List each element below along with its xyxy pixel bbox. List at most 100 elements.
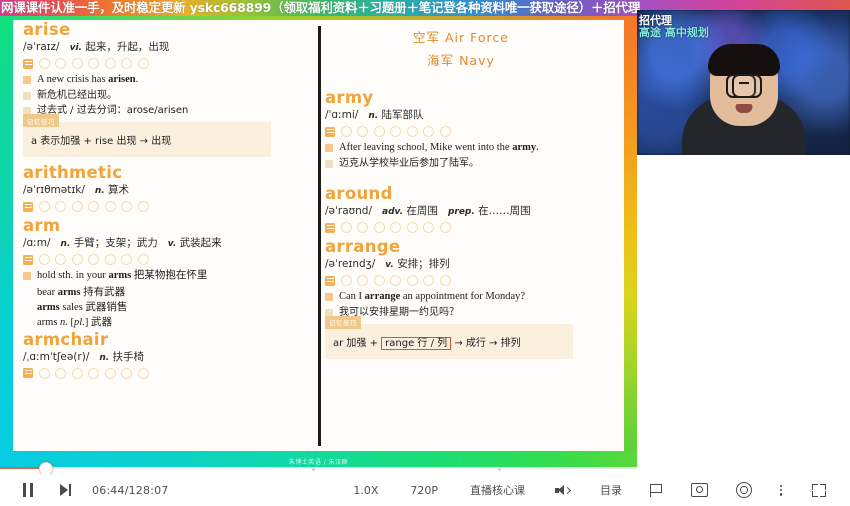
word-meaning: 起来，升起，出现 [85,41,170,53]
tip-boxed-root: range 行 / 列 [381,336,452,350]
review-dot[interactable] [55,58,66,69]
quality-button[interactable]: 720P [410,484,438,497]
screenshot-button[interactable] [691,483,708,497]
glasses-right-lens [731,74,762,98]
watch-mode-button[interactable] [736,482,752,498]
review-dot[interactable] [406,126,418,137]
review-dot[interactable] [373,275,385,286]
military-branch-list: 空军 Air Force 海军 Navy [325,20,597,72]
frame-right-gradient [624,16,637,468]
review-dot[interactable] [55,367,66,379]
review-dot[interactable] [439,275,451,286]
grammar-note: 过去式 / 过去分词：arose/arisen [23,104,295,118]
review-dot[interactable] [137,58,149,69]
review-dot[interactable] [38,201,50,212]
review-dot[interactable] [357,126,368,137]
review-dot[interactable] [71,58,83,69]
word-headword: army [325,88,374,107]
review-dot[interactable] [357,275,368,286]
word-headword: armchair [23,329,109,349]
book-icon [325,222,335,233]
playback-speed-button[interactable]: 1.0X [353,484,378,497]
chapter-marker[interactable] [498,467,501,471]
review-dot[interactable] [373,126,385,137]
review-dot[interactable] [390,275,401,286]
review-dot[interactable] [423,126,434,137]
word-pos-secondary: v. [167,239,177,249]
review-dot[interactable] [104,367,116,379]
example-marker-icon [325,293,333,301]
instructor-head [707,44,780,126]
phrase-item: arms sales 武器销售 [37,301,128,313]
fullscreen-button[interactable] [812,483,826,497]
review-dot[interactable] [423,222,434,233]
review-dot[interactable] [88,201,99,212]
word-pos: n. [99,352,110,363]
word-entry-arise: arise /əˈraɪz/ vi. 起来，升起，出现 A new crisis… [23,20,295,157]
next-track-icon [60,484,72,496]
example-translation: 迈克从学校毕业后参加了陆军。 [339,157,479,169]
review-dot[interactable] [137,367,149,379]
review-dot[interactable] [88,58,99,69]
review-dot[interactable] [104,254,116,265]
review-dot[interactable] [121,201,132,212]
review-dot[interactable] [88,254,99,265]
review-dot[interactable] [390,126,401,137]
memory-tip-text: ar 加强 + range 行 / 列 → 成行 → 排列 [333,336,521,350]
pause-button[interactable] [22,483,34,497]
review-dot[interactable] [439,126,451,137]
book-icon [23,58,33,69]
ad-banner-text: 网课课件认准一手，及时稳定更新 yskc668899（领取福利资料＋习题册＋笔记… [1,0,641,15]
word-progress-dots[interactable] [325,126,597,137]
review-dot[interactable] [88,367,99,379]
review-dot[interactable] [373,222,385,233]
review-dot[interactable] [390,222,401,233]
review-dot[interactable] [406,222,418,233]
word-progress-dots[interactable] [23,254,295,265]
review-dot[interactable] [71,254,83,265]
review-dot[interactable] [340,222,352,233]
review-dot[interactable] [340,275,352,286]
review-dot[interactable] [406,275,418,286]
word-progress-dots[interactable] [325,222,597,233]
instructor-webcam[interactable]: 招代理 高途 高中规划 [637,10,850,155]
volume-button[interactable] [555,484,572,497]
example-sentence-en: Can I arrange an appointment for Monday? [325,290,597,304]
review-dot[interactable] [104,201,116,212]
example-sentence-cn: 新危机已经出现。 [23,89,295,103]
slide-right-column: 空军 Air Force 海军 Navy army /ˈɑːmi/ n. 陆军部… [325,20,597,365]
review-dot[interactable] [121,254,132,265]
review-dot[interactable] [104,58,116,69]
course-type-button[interactable]: 直播核心课 [470,482,525,498]
more-options-button[interactable] [780,484,784,497]
word-progress-dots[interactable] [325,275,597,286]
review-dot[interactable] [71,367,83,379]
word-progress-dots[interactable] [23,367,295,379]
review-dot[interactable] [38,58,50,69]
review-dot[interactable] [357,222,368,233]
review-dot[interactable] [439,222,451,233]
review-dot[interactable] [55,201,66,212]
catalog-button[interactable]: 目录 [600,482,622,498]
review-dot[interactable] [121,58,132,69]
review-dot[interactable] [423,275,434,286]
review-dot[interactable] [38,367,50,379]
review-dot[interactable] [137,201,149,212]
review-dot[interactable] [38,254,50,265]
word-ipa: /ɑːm/ [23,237,51,249]
report-button[interactable] [650,483,663,497]
review-dot[interactable] [71,201,83,212]
word-progress-dots[interactable] [23,201,295,212]
review-dot[interactable] [121,367,132,379]
word-progress-dots[interactable] [23,58,295,69]
next-button[interactable] [60,484,72,496]
review-dot[interactable] [340,126,352,137]
video-stage[interactable]: 朱博士英语 / 朱汉群 arise /əˈraɪz/ vi. 起来，升起，出现 [0,16,637,468]
chapter-marker[interactable] [312,467,315,471]
review-dot[interactable] [55,254,66,265]
example-marker-icon [23,76,31,84]
progress-bar[interactable] [0,462,637,476]
review-dot[interactable] [137,254,149,265]
word-pos: n. [368,111,379,121]
translation-marker-icon [23,91,31,100]
